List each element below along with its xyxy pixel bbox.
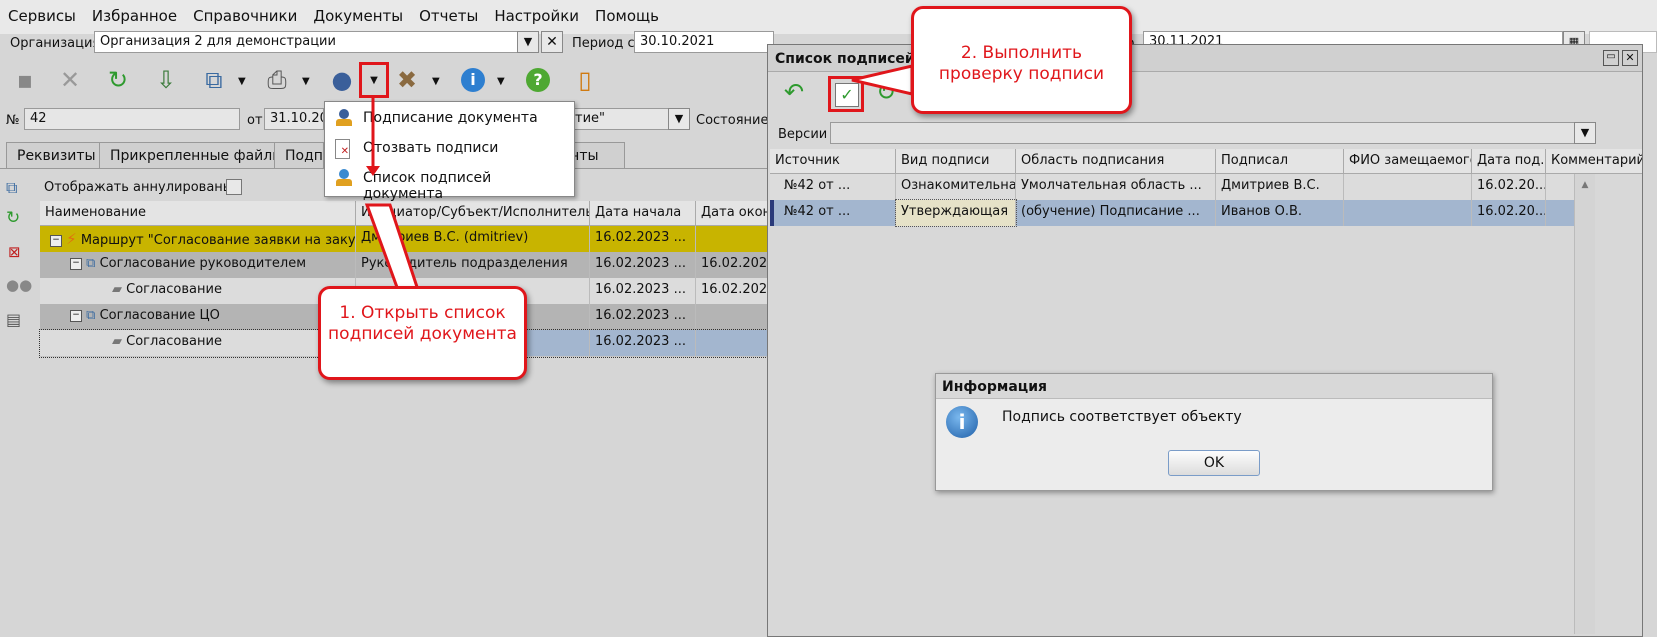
info-dialog-titlebar[interactable]: Информация xyxy=(936,374,1492,399)
annotation-arrows xyxy=(364,64,914,292)
ok-button[interactable]: OK xyxy=(1168,450,1260,476)
callout-pointer-2 xyxy=(851,64,914,96)
callout-pointer-1 xyxy=(364,203,421,292)
arrow-head-1 xyxy=(366,166,380,176)
info-icon: i xyxy=(946,406,978,438)
info-dialog-message: Подпись соответствует объекту xyxy=(1002,409,1242,425)
info-dialog-title: Информация xyxy=(942,379,1047,395)
callout-open-signature-list: 1. Открыть список подписей документа xyxy=(318,286,527,380)
callout-verify-signature: 2. Выполнить проверку подписи xyxy=(911,6,1132,114)
info-dialog: Информация i Подпись соответствует объек… xyxy=(935,373,1493,491)
